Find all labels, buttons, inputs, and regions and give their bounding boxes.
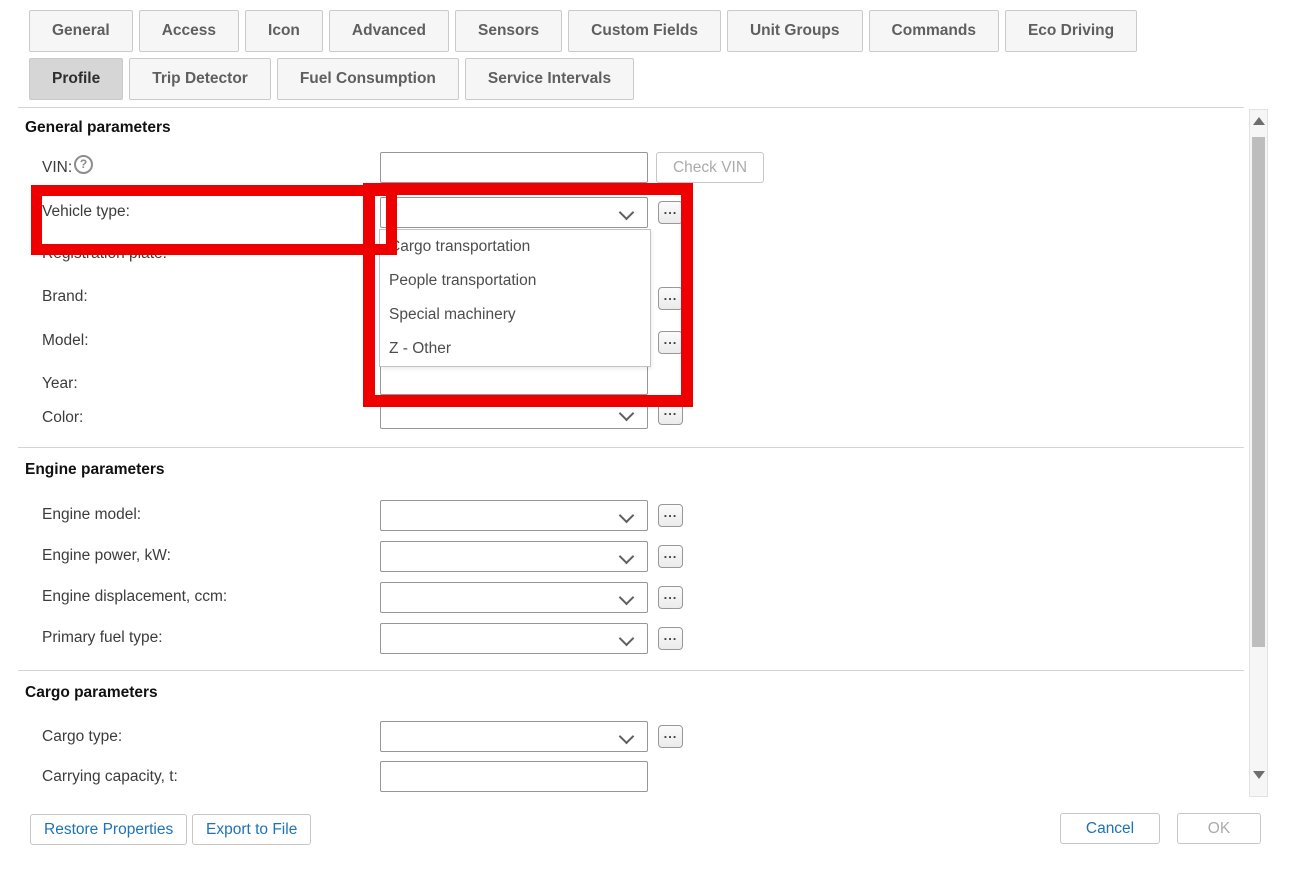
tab-access[interactable]: Access [139,10,239,52]
tab-profile[interactable]: Profile [29,58,123,100]
engine-displacement-label: Engine displacement, ccm: [42,588,227,606]
carrying-capacity-input[interactable] [380,761,648,792]
tab-general[interactable]: General [29,10,133,52]
engine-displacement-ellipsis-button[interactable]: ... [658,586,683,609]
vin-input[interactable] [380,152,648,183]
tab-row-secondary: Profile Trip Detector Fuel Consumption S… [29,58,634,100]
dropdown-option-special-machinery[interactable]: Special machinery [380,298,650,332]
dropdown-option-people-transportation[interactable]: People transportation [380,264,650,298]
scrollbar-thumb[interactable] [1252,137,1265,647]
engine-model-ellipsis-button[interactable]: ... [658,504,683,527]
scrollbar-down-icon[interactable] [1253,771,1265,779]
tab-sensors[interactable]: Sensors [455,10,562,52]
cargo-type-label: Cargo type: [42,728,122,746]
chevron-down-icon[interactable] [619,406,635,422]
section-title-engine-parameters: Engine parameters [25,461,165,479]
section-title-cargo-parameters: Cargo parameters [25,684,158,702]
primary-fuel-type-combobox[interactable] [380,623,648,654]
chevron-down-icon[interactable] [619,631,635,647]
cargo-type-combobox[interactable] [380,721,648,752]
engine-power-combobox[interactable] [380,541,648,572]
scrollbar-up-icon[interactable] [1253,117,1265,125]
restore-properties-button[interactable]: Restore Properties [30,814,187,845]
help-icon[interactable]: ? [74,155,93,174]
check-vin-button[interactable]: Check VIN [656,152,764,183]
brand-label: Brand: [42,288,88,306]
engine-model-label: Engine model: [42,506,141,524]
model-ellipsis-button[interactable]: ... [658,331,683,354]
chevron-down-icon[interactable] [619,729,635,745]
year-label: Year: [42,375,78,393]
color-combobox[interactable] [380,398,648,429]
text-cursor [386,202,388,224]
vehicle-type-label: Vehicle type: [42,203,130,221]
cargo-type-ellipsis-button[interactable]: ... [658,725,683,748]
tab-row-main: General Access Icon Advanced Sensors Cus… [29,10,1137,52]
section-title-general-parameters: General parameters [25,119,171,137]
dropdown-option-z-other[interactable]: Z - Other [380,332,650,366]
carrying-capacity-label: Carrying capacity, t: [42,768,178,786]
vehicle-type-dropdown-list: Cargo transportation People transportati… [379,229,651,367]
vehicle-type-combobox[interactable] [380,197,648,228]
tab-fuel-consumption[interactable]: Fuel Consumption [277,58,459,100]
export-to-file-button[interactable]: Export to File [192,814,311,845]
unit-properties-dialog: General Access Icon Advanced Sensors Cus… [0,0,1290,871]
chevron-down-icon[interactable] [619,205,635,221]
chevron-down-icon[interactable] [619,590,635,606]
vin-label: VIN: [42,159,72,177]
tab-unit-groups[interactable]: Unit Groups [727,10,863,52]
ok-button[interactable]: OK [1177,813,1261,844]
engine-power-label: Engine power, kW: [42,547,171,565]
vehicle-type-ellipsis-button[interactable]: ... [658,201,683,224]
model-label: Model: [42,332,89,350]
tab-icon[interactable]: Icon [245,10,323,52]
dropdown-option-cargo-transportation[interactable]: Cargo transportation [380,230,650,264]
tab-trip-detector[interactable]: Trip Detector [129,58,271,100]
tab-commands[interactable]: Commands [869,10,999,52]
year-input[interactable] [380,364,648,395]
tab-advanced[interactable]: Advanced [329,10,449,52]
tab-eco-driving[interactable]: Eco Driving [1005,10,1137,52]
engine-model-combobox[interactable] [380,500,648,531]
divider-engine [18,447,1244,448]
registration-plate-label: Registration plate: [42,245,167,263]
chevron-down-icon[interactable] [619,508,635,524]
engine-power-ellipsis-button[interactable]: ... [658,545,683,568]
tab-custom-fields[interactable]: Custom Fields [568,10,721,52]
cancel-button[interactable]: Cancel [1060,813,1160,844]
divider-top [18,107,1244,108]
divider-cargo [18,670,1244,671]
primary-fuel-type-label: Primary fuel type: [42,629,163,647]
color-label: Color: [42,409,83,427]
brand-ellipsis-button[interactable]: ... [658,287,683,310]
tab-service-intervals[interactable]: Service Intervals [465,58,634,100]
chevron-down-icon[interactable] [619,549,635,565]
color-ellipsis-button[interactable]: ... [658,402,683,425]
engine-displacement-combobox[interactable] [380,582,648,613]
primary-fuel-type-ellipsis-button[interactable]: ... [658,627,683,650]
